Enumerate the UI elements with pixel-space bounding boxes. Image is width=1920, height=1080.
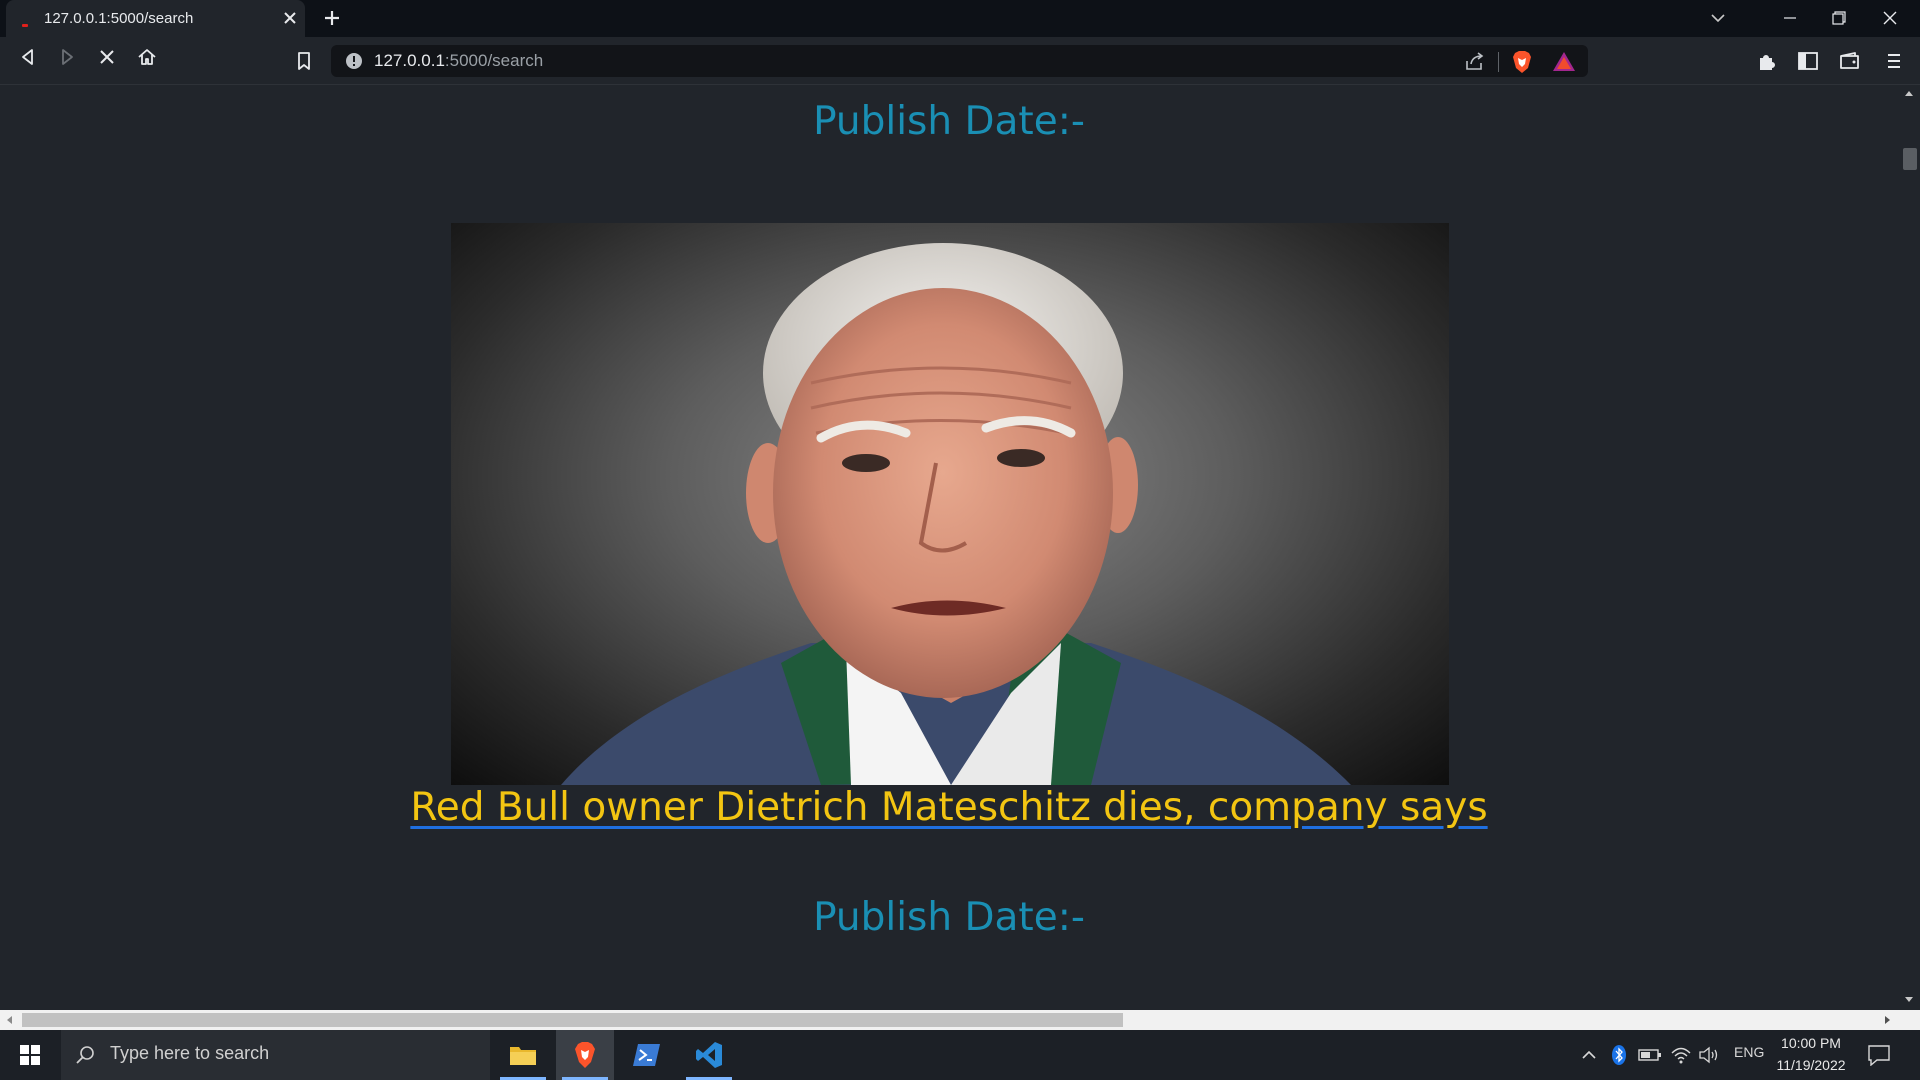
horizontal-scroll-thumb[interactable] [22, 1013, 1123, 1027]
share-icon[interactable] [1462, 49, 1488, 75]
vertical-scrollbar[interactable] [1898, 85, 1920, 1010]
windows-logo-icon [20, 1045, 40, 1065]
menu-icon[interactable] [1881, 48, 1907, 74]
tab-favicon [22, 24, 28, 27]
site-info-icon[interactable] [344, 51, 364, 71]
language-indicator[interactable]: ENG [1734, 1044, 1764, 1060]
wallet-icon[interactable] [1837, 48, 1863, 74]
search-placeholder: Type here to search [110, 1043, 270, 1063]
chevron-down-icon[interactable] [1706, 6, 1730, 30]
url-text[interactable]: 127.0.0.1:5000/search [374, 51, 543, 71]
url-path: :5000/search [444, 51, 544, 70]
portrait-photo [561, 243, 1351, 785]
brave-rewards-icon[interactable] [1550, 48, 1578, 76]
search-icon [76, 1046, 94, 1064]
taskbar-powershell[interactable] [618, 1030, 676, 1080]
powershell-icon [633, 1044, 660, 1066]
vscode-icon [696, 1042, 722, 1068]
folder-icon [510, 1047, 536, 1065]
wifi-icon[interactable] [1670, 1045, 1692, 1065]
forward-icon[interactable] [55, 45, 79, 69]
close-window-icon[interactable] [1860, 0, 1920, 37]
tab-title: 127.0.0.1:5000/search [44, 10, 194, 27]
brave-shields-icon[interactable] [1508, 48, 1536, 76]
chevron-up-icon[interactable] [1580, 1046, 1598, 1064]
close-tab-icon[interactable] [278, 6, 302, 30]
article-headline-link[interactable]: Red Bull owner Dietrich Mateschitz dies,… [0, 785, 1898, 830]
back-icon[interactable] [16, 45, 40, 69]
taskbar-file-explorer[interactable] [494, 1030, 552, 1080]
home-icon[interactable] [135, 45, 159, 69]
bluetooth-icon[interactable] [1610, 1044, 1628, 1066]
taskbar-vscode[interactable] [680, 1030, 738, 1080]
clock-time[interactable]: 10:00 PM [1766, 1035, 1856, 1051]
url-host: 127.0.0.1 [374, 51, 445, 70]
brave-icon [575, 1042, 595, 1068]
sidebar-icon[interactable] [1795, 48, 1821, 74]
volume-icon[interactable] [1698, 1045, 1720, 1065]
clock-date[interactable]: 11/19/2022 [1766, 1057, 1856, 1073]
battery-icon[interactable] [1638, 1047, 1662, 1063]
page-viewport: Publish Date:- Red Bull owner Dietrich M… [0, 85, 1898, 1010]
scroll-up-icon[interactable] [1902, 88, 1916, 98]
scroll-down-icon[interactable] [1902, 995, 1916, 1005]
taskbar-brave-browser[interactable] [556, 1030, 614, 1080]
address-bar-divider [1498, 52, 1499, 72]
extensions-icon[interactable] [1754, 48, 1780, 74]
notifications-icon[interactable] [1867, 1044, 1891, 1066]
scroll-left-icon[interactable] [4, 1013, 16, 1027]
new-tab-icon[interactable] [320, 6, 344, 30]
restore-icon[interactable] [1805, 0, 1865, 37]
scroll-right-icon[interactable] [1881, 1013, 1893, 1027]
publish-date-label: Publish Date:- [813, 99, 1085, 144]
article-image[interactable] [451, 223, 1449, 785]
publish-date-label-2: Publish Date:- [813, 895, 1085, 940]
start-button[interactable] [0, 1030, 60, 1080]
scrollbar-corner [1898, 1010, 1920, 1030]
vertical-scroll-thumb[interactable] [1903, 148, 1917, 170]
stop-loading-icon[interactable] [95, 45, 119, 69]
bookmark-icon[interactable] [292, 49, 316, 73]
